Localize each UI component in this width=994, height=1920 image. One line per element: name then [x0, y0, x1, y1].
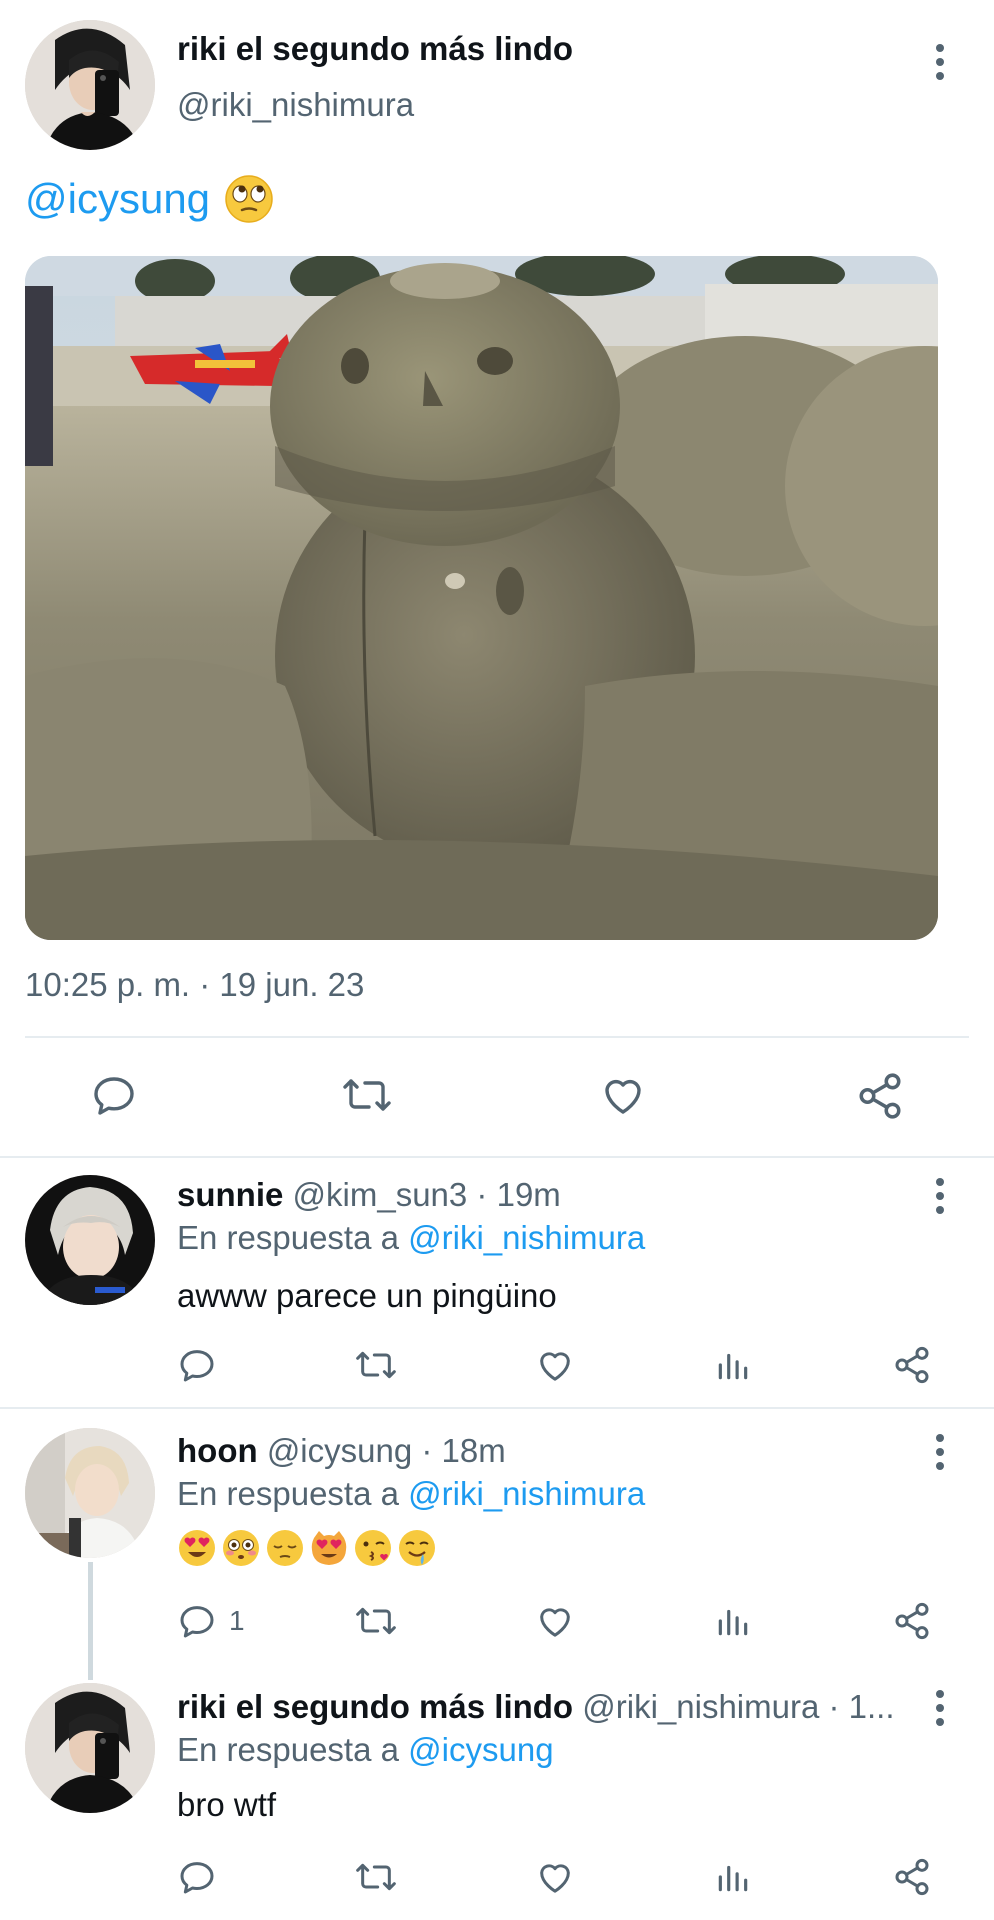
- retweet-icon: [356, 1351, 396, 1379]
- retweet-button[interactable]: [353, 1345, 399, 1385]
- reply-header: riki el segundo más lindo @riki_nishimur…: [177, 1688, 907, 1726]
- thread-connector-line: [88, 1562, 93, 1680]
- replying-to: En respuesta a @riki_nishimura: [177, 1475, 645, 1513]
- like-button[interactable]: [535, 1601, 575, 1641]
- reply-button[interactable]: 1: [177, 1601, 245, 1641]
- like-button[interactable]: [535, 1345, 575, 1385]
- reply-handle-time[interactable]: @kim_sun3 · 19m: [293, 1176, 561, 1213]
- share-icon: [859, 1073, 901, 1119]
- like-button[interactable]: [535, 1857, 575, 1897]
- reply-button[interactable]: [90, 1071, 138, 1119]
- reply-avatar-sunnie[interactable]: [25, 1175, 155, 1305]
- like-button[interactable]: [598, 1071, 648, 1119]
- more-options-icon[interactable]: [925, 1176, 955, 1216]
- face-with-rolling-eyes-emoji: [225, 175, 273, 223]
- retweet-button[interactable]: [353, 1601, 399, 1641]
- reply-emoji-text: [177, 1528, 437, 1568]
- like-icon: [540, 1352, 570, 1381]
- like-icon: [540, 1864, 570, 1893]
- reply-text: bro wtf: [177, 1786, 277, 1823]
- replying-to-link[interactable]: @icysung: [408, 1731, 553, 1768]
- share-icon: [895, 1602, 929, 1640]
- more-options-icon[interactable]: [925, 1688, 955, 1728]
- author-name[interactable]: riki el segundo más lindo: [177, 30, 573, 68]
- face-blowing-kiss-emoji: [355, 1530, 391, 1566]
- views-button[interactable]: [714, 1857, 752, 1897]
- views-button[interactable]: [714, 1345, 752, 1385]
- views-button[interactable]: [714, 1601, 752, 1641]
- retweet-icon: [356, 1607, 396, 1635]
- reply-avatar-hoon[interactable]: [25, 1428, 155, 1558]
- retweet-button[interactable]: [353, 1857, 399, 1897]
- views-chart-icon: [718, 1609, 748, 1636]
- flushed-face-emoji: [223, 1530, 259, 1566]
- reply-icon: [180, 1862, 214, 1894]
- reply-header: sunnie @kim_sun3 · 19m: [177, 1176, 561, 1214]
- retweet-icon: [343, 1079, 391, 1111]
- views-chart-icon: [718, 1353, 748, 1380]
- reply-count: 1: [229, 1605, 245, 1636]
- share-button[interactable]: [892, 1601, 932, 1641]
- like-icon: [605, 1079, 641, 1114]
- heart-eyes-emoji: [179, 1530, 215, 1566]
- pensive-face-emoji: [267, 1530, 303, 1566]
- tweet-text: @icysung: [25, 174, 274, 224]
- views-chart-icon: [718, 1865, 748, 1892]
- like-icon: [540, 1608, 570, 1637]
- mention-link[interactable]: @icysung: [25, 175, 210, 223]
- retweet-icon: [356, 1863, 396, 1891]
- reply-handle-time[interactable]: @riki_nishimura · 1...: [582, 1688, 894, 1725]
- reply-prefix: En respuesta a: [177, 1475, 399, 1512]
- replying-to-link[interactable]: @riki_nishimura: [408, 1219, 645, 1256]
- replying-to: En respuesta a @riki_nishimura: [177, 1219, 645, 1257]
- reply-avatar-riki[interactable]: [25, 1683, 155, 1813]
- reply-icon: [94, 1077, 134, 1115]
- more-options-icon[interactable]: [925, 1432, 955, 1472]
- main-tweet-bottom-divider: [0, 1156, 994, 1158]
- reply-handle-time[interactable]: @icysung · 18m: [267, 1432, 506, 1469]
- reply-prefix: En respuesta a: [177, 1219, 399, 1256]
- reply-button[interactable]: [177, 1345, 217, 1385]
- tweet-photo-sand-sculpture[interactable]: [25, 256, 938, 940]
- drooling-face-emoji: [399, 1530, 435, 1566]
- reply-divider: [0, 1407, 994, 1409]
- reply-icon: [180, 1606, 214, 1638]
- share-button[interactable]: [892, 1345, 932, 1385]
- reply-header: hoon @icysung · 18m: [177, 1432, 506, 1470]
- reply-prefix: En respuesta a: [177, 1731, 399, 1768]
- author-handle[interactable]: @riki_nishimura: [177, 86, 414, 124]
- replying-to: En respuesta a @icysung: [177, 1731, 554, 1769]
- replying-to-link[interactable]: @riki_nishimura: [408, 1475, 645, 1512]
- reply-author-name[interactable]: hoon: [177, 1432, 258, 1469]
- heart-eyes-cat-emoji: [311, 1531, 347, 1565]
- share-button[interactable]: [892, 1857, 932, 1897]
- reply-author-name[interactable]: riki el segundo más lindo: [177, 1688, 573, 1725]
- reply-button[interactable]: [177, 1857, 217, 1897]
- share-button[interactable]: [855, 1071, 905, 1121]
- reply-text: awww parece un pingüino: [177, 1277, 557, 1314]
- reply-author-name[interactable]: sunnie: [177, 1176, 283, 1213]
- reply-icon: [180, 1350, 214, 1382]
- timestamp-divider: [25, 1036, 969, 1038]
- share-icon: [895, 1858, 929, 1896]
- more-options-icon[interactable]: [925, 42, 955, 82]
- author-avatar[interactable]: [25, 20, 155, 150]
- retweet-button[interactable]: [340, 1071, 394, 1119]
- tweet-timestamp: 10:25 p. m. · 19 jun. 23: [25, 966, 365, 1003]
- share-icon: [895, 1346, 929, 1384]
